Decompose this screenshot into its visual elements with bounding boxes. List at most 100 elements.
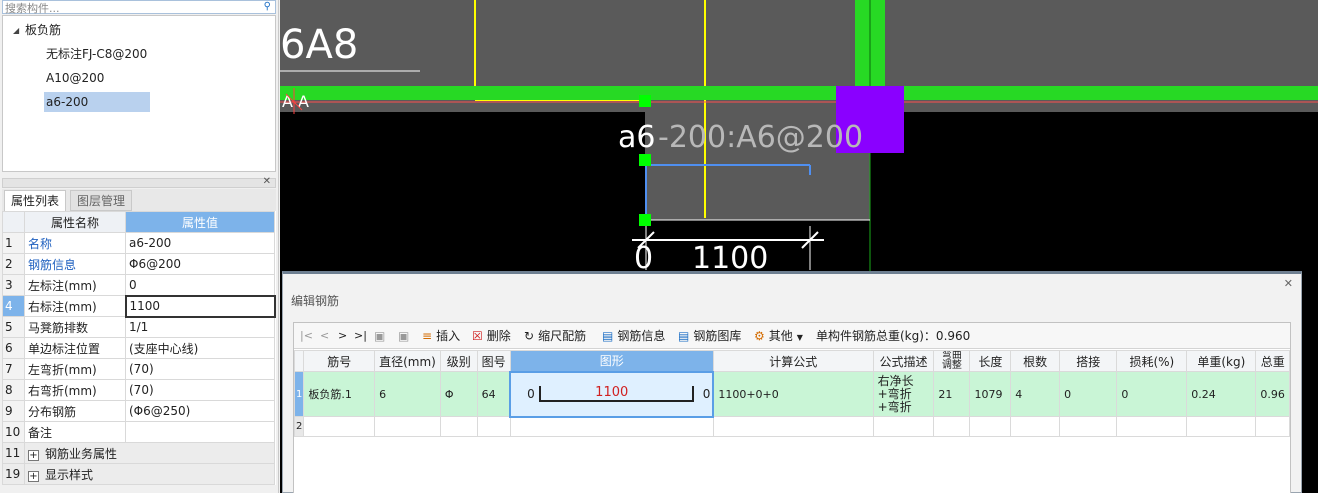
header-diameter[interactable]: 直径(mm) (374, 350, 441, 372)
property-row[interactable]: 5 马凳筋排数 1/1 (2, 316, 275, 338)
cell-total-weight[interactable]: 0.96 (1255, 371, 1290, 417)
nav-next-button[interactable]: > (338, 327, 347, 345)
cell-unit-weight[interactable]: 0.24 (1186, 371, 1257, 417)
property-row[interactable]: 7 左弯折(mm) (70) (2, 358, 275, 380)
cell[interactable] (1186, 416, 1257, 437)
property-value[interactable]: (70) (125, 379, 275, 401)
property-value[interactable]: a6-200 (125, 232, 275, 254)
cell[interactable] (712, 416, 874, 437)
grip-point[interactable] (639, 214, 651, 226)
close-icon[interactable]: ✕ (1284, 277, 1293, 290)
header-total-weight[interactable]: 总重 (1255, 350, 1290, 372)
header-count[interactable]: 根数 (1010, 350, 1061, 372)
property-value[interactable]: 1/1 (125, 316, 275, 338)
tree-item[interactable]: 无标注FJ-C8@200 (44, 44, 149, 64)
property-row-selected[interactable]: 4 右标注(mm) 1100 (2, 294, 276, 318)
header-bar-no[interactable]: 筋号 (303, 350, 376, 372)
component-search-input[interactable]: 搜索构件... ⚲ (2, 0, 276, 15)
cell[interactable] (872, 416, 935, 437)
nav-first-button[interactable]: |< (300, 327, 313, 345)
rebar-library-button[interactable]: ▤ 钢筋图库 (678, 327, 741, 345)
cell[interactable] (933, 416, 971, 437)
property-value[interactable]: 0 (125, 274, 275, 296)
cell[interactable] (476, 416, 511, 437)
cell-figure-no[interactable]: 64 (476, 371, 511, 417)
tree-group-slab-negative-rebar[interactable]: 板负筋 (25, 20, 61, 40)
tab-property-list[interactable]: 属性列表 (4, 190, 67, 211)
header-formula-desc[interactable]: 公式描述 (872, 350, 935, 372)
rebar-info-button[interactable]: ▤ 钢筋信息 (602, 327, 665, 345)
other-menu-button[interactable]: ⚙ 其他 ▼ (754, 327, 803, 345)
expand-icon[interactable]: + (28, 449, 39, 461)
expand-icon[interactable]: + (28, 470, 39, 482)
search-icon[interactable]: ⚲ (264, 1, 271, 12)
header-unit-weight[interactable]: 单重(kg) (1186, 350, 1257, 372)
property-row[interactable]: 2 钢筋信息 Φ6@200 (2, 253, 275, 275)
cell-lap[interactable]: 0 (1059, 371, 1118, 417)
move-down-icon[interactable]: ▣ (398, 327, 409, 345)
tree-item[interactable]: A10@200 (44, 68, 106, 88)
cell-count[interactable]: 4 (1010, 371, 1061, 417)
rebar-row-empty[interactable]: 2 (293, 416, 1290, 437)
rebar-grid: 筋号 直径(mm) 级别 图号 图形 计算公式 公式描述 弯曲调整 长度 根数 … (293, 350, 1290, 437)
cell[interactable] (439, 416, 478, 437)
cell[interactable] (1116, 416, 1188, 437)
cell-shape[interactable]: 0 1100 0 (509, 370, 715, 418)
insert-button[interactable]: ≡ 插入 (422, 327, 460, 345)
shape-right-value: 0 (702, 386, 711, 401)
property-value[interactable]: Φ6@200 (125, 253, 275, 275)
move-up-icon[interactable]: ▣ (374, 327, 385, 345)
cell[interactable] (1010, 416, 1061, 437)
property-value[interactable]: (Φ6@250) (125, 400, 275, 422)
property-value[interactable]: (支座中心线) (125, 337, 275, 359)
header-property-value: 属性值 (125, 211, 275, 233)
header-grade[interactable]: 级别 (439, 350, 478, 372)
cell-length[interactable]: 1079 (969, 371, 1012, 417)
nav-prev-button[interactable]: < (320, 327, 329, 345)
cell[interactable] (1255, 416, 1290, 437)
cell[interactable] (509, 416, 714, 437)
cell[interactable] (374, 416, 441, 437)
cell[interactable] (1059, 416, 1118, 437)
property-value-editing[interactable]: 1100 (124, 294, 276, 318)
cell[interactable] (303, 416, 376, 437)
cell-diameter[interactable]: 6 (374, 371, 441, 417)
rebar-row[interactable]: 1 板负筋.1 6 Φ 64 0 1100 0 1100+0+0 右净长+弯折+… (293, 370, 1290, 418)
property-value[interactable] (125, 421, 275, 443)
delete-button[interactable]: ☒ 删除 (472, 327, 511, 345)
cell[interactable] (969, 416, 1012, 437)
property-row[interactable]: 8 右弯折(mm) (70) (2, 379, 275, 401)
cell-loss[interactable]: 0 (1116, 371, 1188, 417)
nav-last-button[interactable]: >| (354, 327, 367, 345)
close-icon[interactable]: ✕ (263, 176, 271, 187)
cell-formula-desc[interactable]: 右净长+弯折+弯折 (872, 371, 935, 417)
scale-rebar-button[interactable]: ↻ 缩尺配筋 (524, 327, 586, 345)
tree-item-selected[interactable]: a6-200 (44, 92, 150, 112)
tab-layer-manager[interactable]: 图层管理 (70, 190, 133, 211)
grip-point[interactable] (639, 95, 651, 107)
rebar-label-white: a6 (618, 120, 655, 155)
cell-bend-adjust[interactable]: 21 (933, 371, 971, 417)
header-figure-no[interactable]: 图号 (476, 350, 511, 372)
header-length[interactable]: 长度 (969, 350, 1012, 372)
row-number: 10 (2, 421, 25, 443)
property-group-row[interactable]: 19 + 显示样式 (2, 463, 275, 485)
property-value[interactable]: (70) (125, 358, 275, 380)
property-row[interactable]: 9 分布钢筋 (Φ6@250) (2, 400, 275, 422)
property-group-row[interactable]: 11 + 钢筋业务属性 (2, 442, 275, 464)
property-name: 左标注(mm) (24, 274, 126, 296)
property-row[interactable]: 1 名称 a6-200 (2, 232, 275, 254)
property-row[interactable]: 10 备注 (2, 421, 275, 443)
property-row[interactable]: 3 左标注(mm) 0 (2, 274, 275, 296)
tree-collapse-icon[interactable]: ◢ (13, 26, 19, 35)
cell-formula[interactable]: 1100+0+0 (712, 371, 874, 417)
header-shape[interactable]: 图形 (509, 350, 714, 372)
header-bend-adjust[interactable]: 弯曲调整 (933, 350, 971, 372)
header-formula[interactable]: 计算公式 (712, 350, 874, 372)
cell-grade[interactable]: Φ (439, 371, 478, 417)
property-row[interactable]: 6 单边标注位置 (支座中心线) (2, 337, 275, 359)
header-lap[interactable]: 搭接 (1059, 350, 1118, 372)
header-loss[interactable]: 损耗(%) (1116, 350, 1188, 372)
grip-point[interactable] (639, 154, 651, 166)
cell-bar-no[interactable]: 板负筋.1 (303, 371, 376, 417)
